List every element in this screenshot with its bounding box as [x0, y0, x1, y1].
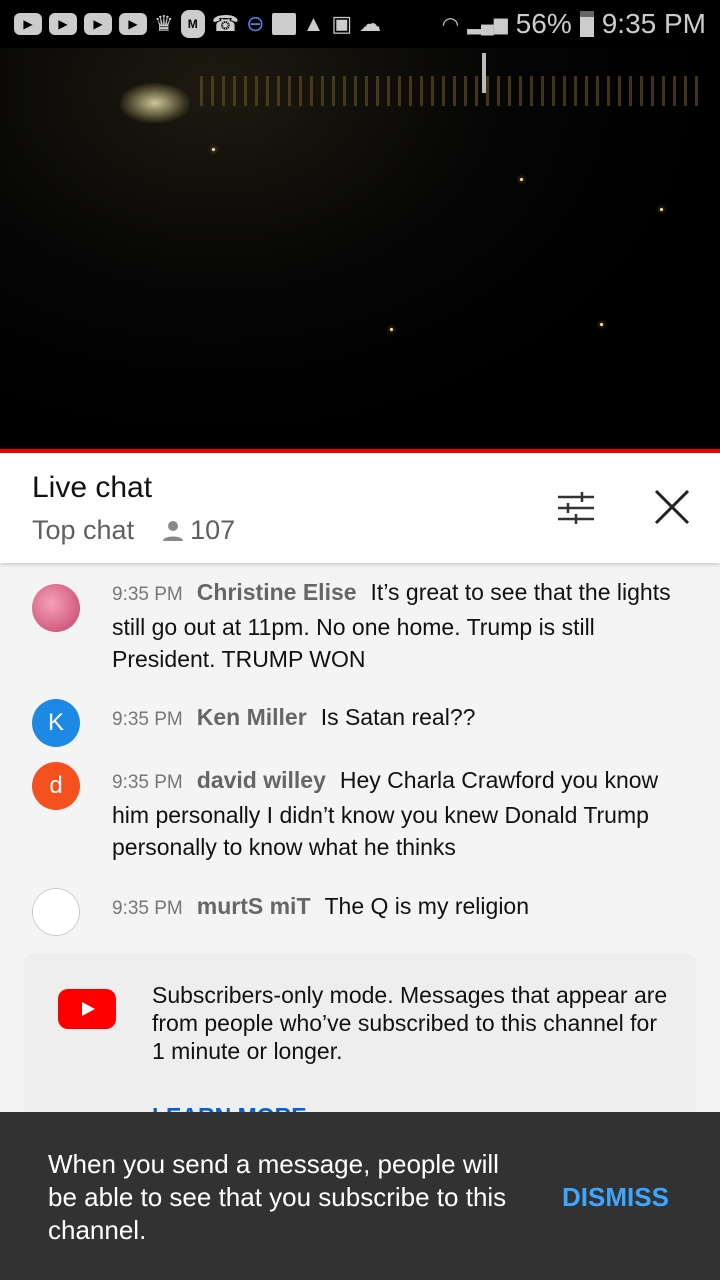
chat-mode-selector[interactable]: Top chat [32, 515, 134, 546]
pokeball-icon: ⊖ [246, 11, 265, 36]
viewer-count: 107 [162, 515, 235, 546]
cloud-icon: ☁ [359, 11, 382, 36]
city-lights [200, 76, 700, 106]
message-author[interactable]: Christine Elise [197, 579, 357, 605]
close-icon[interactable] [654, 489, 690, 525]
message-text: Hey Charla Crawford you know him persona… [112, 767, 659, 860]
viewer-count-value: 107 [190, 515, 236, 545]
message-timestamp: 9:35 PM [112, 772, 183, 793]
youtube-notification-icon: ▶ [14, 13, 42, 35]
person-icon [163, 520, 184, 541]
folder-icon [271, 13, 296, 35]
banner-text: Subscribers-only mode. Messages that app… [152, 982, 668, 1064]
signal-icon: ▂▄▆ [467, 13, 508, 34]
avatar[interactable]: K [32, 699, 80, 747]
m-app-icon: M [180, 10, 205, 38]
chat-title: Live chat [32, 471, 153, 504]
message-author[interactable]: david willey [197, 767, 326, 793]
message-text: It’s great to see that the lights still … [112, 579, 671, 672]
avatar[interactable] [32, 584, 80, 632]
message-timestamp: 9:35 PM [112, 898, 183, 919]
youtube-notification-icon: ▶ [119, 13, 147, 35]
message-author[interactable]: Ken Miller [197, 704, 307, 730]
snackbar: When you send a message, people will be … [0, 1112, 720, 1280]
message-text: The Q is my religion [324, 893, 530, 919]
image-icon: ▣ [331, 11, 353, 36]
youtube-notification-icon: ▶ [49, 13, 77, 35]
clock: 9:35 PM [601, 8, 706, 39]
youtube-notification-icon: ▶ [84, 13, 112, 35]
chat-message[interactable]: d 9:35 PM david willey Hey Charla Crawford … [0, 762, 720, 863]
message-author[interactable]: murtS miT [197, 893, 311, 919]
warning-icon: ▲ [302, 11, 325, 36]
chat-message[interactable]: K 9:35 PM Ken Miller Is Satan real?? [0, 699, 720, 747]
battery-percent: 56% [515, 8, 572, 39]
memorial-glow [120, 83, 190, 123]
chat-message[interactable]: 9:35 PM Christine Elise It’s great to see … [0, 576, 720, 675]
youtube-logo-icon [58, 989, 116, 1029]
chat-message[interactable]: 9:35 PM murtS miT The Q is my religion [0, 888, 720, 936]
dismiss-button[interactable]: DISMISS [562, 1182, 669, 1213]
crown-icon: ♛ [154, 11, 174, 36]
snackbar-text: When you send a message, people will be … [48, 1149, 507, 1245]
video-player[interactable] [0, 48, 720, 450]
battery-icon [579, 11, 594, 37]
monument [482, 53, 486, 93]
wifi-icon: ◠ [441, 13, 460, 36]
message-text: Is Satan real?? [320, 704, 476, 730]
chat-header: Live chat Top chat 107 [0, 453, 720, 563]
filter-icon[interactable] [556, 491, 596, 525]
status-bar: ▶ ▶ ▶ ▶ ♛ M ☎ ⊖ ▲ ▣ ☁ ◠ ▂▄▆ 56% 9:35 PM [0, 0, 720, 48]
avatar[interactable]: d [32, 762, 80, 810]
message-timestamp: 9:35 PM [112, 584, 183, 605]
missed-call-icon: ☎ [211, 11, 240, 36]
message-timestamp: 9:35 PM [112, 709, 183, 730]
avatar[interactable] [32, 888, 80, 936]
